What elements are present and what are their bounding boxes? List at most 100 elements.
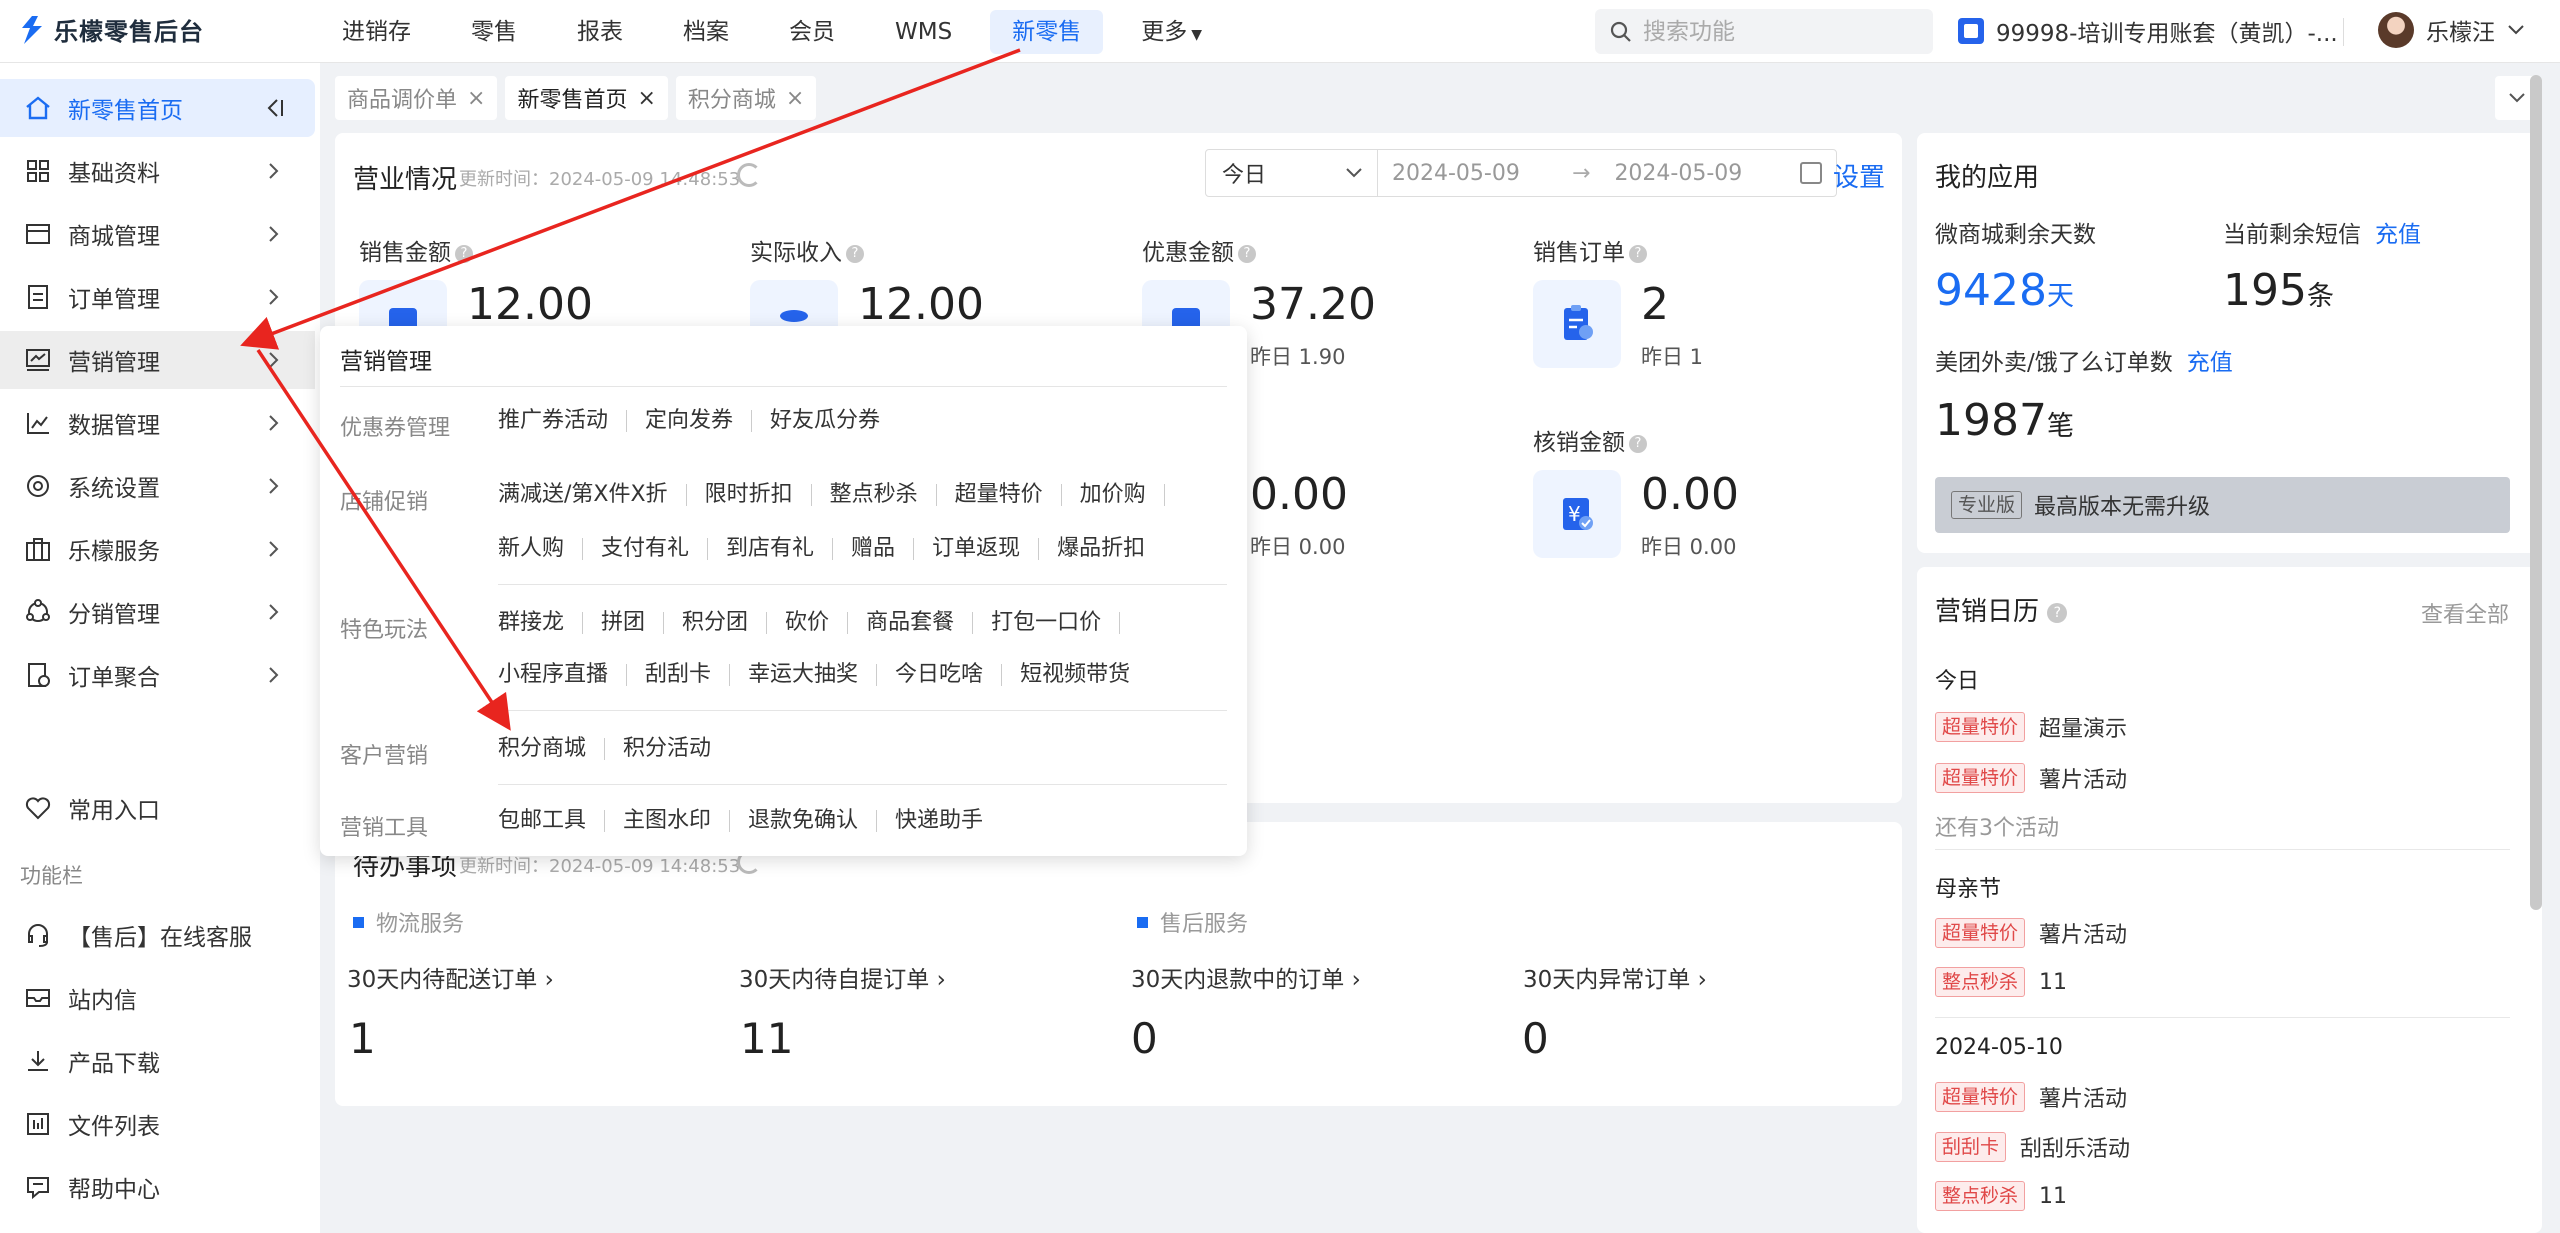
nav-more[interactable]: 更多 ▼ <box>1119 10 1224 54</box>
sidebar-tool-help[interactable]: 帮助中心 <box>0 1158 315 1216</box>
sidebar-favorites[interactable]: 常用入口 <box>0 779 315 837</box>
menu-group-buy[interactable]: 拼团 <box>583 612 665 634</box>
sidebar-tool-file-list[interactable]: 文件列表 <box>0 1095 315 1153</box>
menu-free-shipping[interactable]: 包邮工具 <box>498 810 606 832</box>
calendar-event[interactable]: 超量特价 薯片活动 <box>1935 1081 2127 1113</box>
sidebar-item-distribution[interactable]: 分销管理 <box>0 583 315 641</box>
menu-points-group[interactable]: 积分团 <box>664 612 768 634</box>
date-range-picker[interactable]: 今日 2024-05-09 → 2024-05-09 <box>1205 149 1837 197</box>
menu-full-reduction[interactable]: 满减送/第X件X折 <box>498 484 687 506</box>
nav-wms[interactable]: WMS <box>873 10 974 54</box>
menu-bulk-special[interactable]: 超量特价 <box>937 484 1062 506</box>
sidebar-item-lemon-service[interactable]: 乐檬服务 <box>0 520 315 578</box>
menu-group-chain[interactable]: 群接龙 <box>498 612 584 634</box>
sidebar-item-mall[interactable]: 商城管理 <box>0 205 315 263</box>
todo-refunding[interactable]: 30天内退款中的订单 › <box>1131 960 1361 994</box>
sidebar-item-orders[interactable]: 订单管理 <box>0 268 315 326</box>
tab-new-retail-home[interactable]: 新零售首页 × <box>505 76 668 120</box>
user-menu[interactable]: 乐檬汪 <box>2378 12 2525 48</box>
sms-recharge-link[interactable]: 充值 <box>2375 222 2421 248</box>
sidebar-item-new-retail-home[interactable]: 新零售首页 <box>0 79 315 137</box>
calendar-event[interactable]: 整点秒杀 11 <box>1935 967 2067 997</box>
sidebar-item-marketing[interactable]: 营销管理 <box>0 331 315 389</box>
nav-reports[interactable]: 报表 <box>555 10 645 54</box>
calendar-event[interactable]: 超量特价 超量演示 <box>1935 711 2127 743</box>
close-icon[interactable]: × <box>637 86 655 111</box>
sidebar-item-basic-data[interactable]: 基础资料 <box>0 142 315 200</box>
sidebar-item-data[interactable]: 数据管理 <box>0 394 315 452</box>
tab-points-mall[interactable]: 积分商城 × <box>675 76 817 120</box>
view-all-link[interactable]: 查看全部 <box>2421 597 2509 629</box>
calendar-event[interactable]: 整点秒杀 11 <box>1935 1181 2067 1211</box>
help-icon[interactable]: ? <box>846 245 864 263</box>
menu-bargain[interactable]: 砍价 <box>767 612 849 634</box>
menu-what-to-eat[interactable]: 今日吃啥 <box>877 664 1003 686</box>
menu-gift[interactable]: 赠品 <box>833 538 915 560</box>
account-switcher[interactable]: 99998-培训专用账套（黄凯）-... <box>1958 14 2338 48</box>
collapse-sidebar-icon[interactable] <box>261 94 285 122</box>
menu-watermark[interactable]: 主图水印 <box>605 810 731 832</box>
more-events-link[interactable]: 还有3个活动 <box>1935 810 2059 842</box>
calendar-event[interactable]: 刮刮卡 刮刮乐活动 <box>1935 1131 2130 1163</box>
sidebar-item-order-aggregation[interactable]: 订单聚合 <box>0 646 315 704</box>
menu-express-helper[interactable]: 快递助手 <box>877 810 1001 832</box>
menu-limited-discount[interactable]: 限时折扣 <box>687 484 812 506</box>
chevron-right-icon <box>269 667 279 683</box>
todo-abnormal[interactable]: 30天内异常订单 › <box>1523 960 1707 994</box>
tool-label: 产品下载 <box>68 1051 160 1077</box>
menu-refund-no-confirm[interactable]: 退款免确认 <box>730 810 878 832</box>
menu-lucky-draw[interactable]: 幸运大抽奖 <box>730 664 878 686</box>
refresh-icon[interactable] <box>737 163 761 187</box>
nav-member[interactable]: 会员 <box>767 10 857 54</box>
nav-new-retail[interactable]: 新零售 <box>990 9 1104 54</box>
menu-newcomer[interactable]: 新人购 <box>498 538 584 560</box>
menu-cashback[interactable]: 订单返现 <box>914 538 1040 560</box>
menu-scratch-card[interactable]: 刮刮卡 <box>627 664 731 686</box>
logo[interactable]: 乐檬零售后台 <box>18 12 204 47</box>
page-scrollbar[interactable] <box>2530 75 2542 910</box>
waimai-recharge-link[interactable]: 充值 <box>2187 350 2233 376</box>
settings-link[interactable]: 设置 <box>1833 157 1885 194</box>
date-to[interactable]: 2024-05-09 <box>1614 161 1764 186</box>
tab-price-adjust[interactable]: 商品调价单 × <box>335 76 498 120</box>
calendar-event[interactable]: 超量特价 薯片活动 <box>1935 917 2127 949</box>
menu-short-video[interactable]: 短视频带货 <box>1002 664 1148 686</box>
menu-pay-gift[interactable]: 支付有礼 <box>583 538 709 560</box>
menu-targeted-coupon[interactable]: 定向发券 <box>627 410 753 432</box>
menu-mini-live[interactable]: 小程序直播 <box>498 664 628 686</box>
menu-friend-share-coupon[interactable]: 好友瓜分券 <box>752 410 898 432</box>
menu-package-price[interactable]: 打包一口价 <box>973 612 1121 634</box>
help-icon[interactable]: ? <box>455 245 473 263</box>
close-icon[interactable]: × <box>467 86 485 111</box>
help-icon[interactable]: ? <box>1629 435 1647 453</box>
help-icon[interactable]: ? <box>1629 245 1647 263</box>
todo-pending-pickup[interactable]: 30天内待自提订单 › <box>739 960 946 994</box>
building-icon <box>1958 18 1984 44</box>
period-select[interactable]: 今日 <box>1206 150 1378 196</box>
search-input[interactable] <box>1643 18 1903 45</box>
date-from[interactable]: 2024-05-09 <box>1392 161 1542 186</box>
sidebar-tool-online-support[interactable]: 【售后】在线客服 <box>0 906 315 964</box>
calendar-icon[interactable] <box>1800 162 1822 184</box>
sidebar-item-settings[interactable]: 系统设置 <box>0 457 315 515</box>
nav-inventory[interactable]: 进销存 <box>320 10 433 54</box>
help-icon[interactable]: ? <box>2047 602 2068 623</box>
menu-add-on-purchase[interactable]: 加价购 <box>1062 484 1165 506</box>
nav-archive[interactable]: 档案 <box>661 10 751 54</box>
calendar-event[interactable]: 超量特价 薯片活动 <box>1935 762 2127 794</box>
sidebar-tool-download[interactable]: 产品下载 <box>0 1032 315 1090</box>
menu-points-activity[interactable]: 积分活动 <box>605 738 729 760</box>
menu-product-bundle[interactable]: 商品套餐 <box>848 612 974 634</box>
sidebar-tool-inbox[interactable]: 站内信 <box>0 969 315 1027</box>
close-icon[interactable]: × <box>786 86 804 111</box>
help-icon[interactable]: ? <box>1238 245 1256 263</box>
nav-retail[interactable]: 零售 <box>449 10 539 54</box>
todo-pending-delivery[interactable]: 30天内待配送订单 › <box>347 960 554 994</box>
menu-hot-discount[interactable]: 爆品折扣 <box>1039 538 1163 560</box>
search-box[interactable] <box>1595 9 1933 54</box>
menu-flash-sale[interactable]: 整点秒杀 <box>812 484 937 506</box>
menu-visit-gift[interactable]: 到店有礼 <box>708 538 834 560</box>
chevron-right-icon <box>269 604 279 620</box>
menu-points-mall[interactable]: 积分商城 <box>498 738 606 760</box>
menu-promo-coupon[interactable]: 推广券活动 <box>498 410 628 432</box>
